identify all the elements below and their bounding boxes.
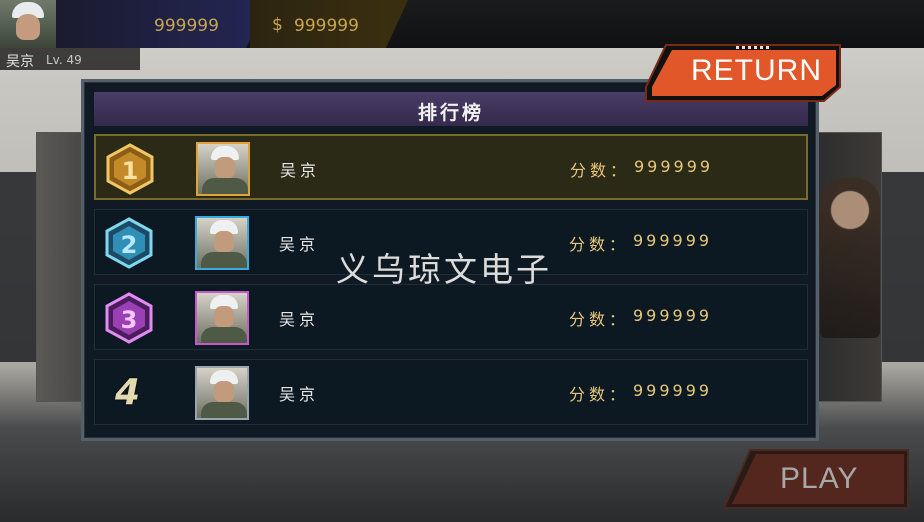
player-portrait[interactable] (195, 291, 249, 345)
rank-2-badge-icon: 2 (105, 217, 153, 269)
row-score: 999999 (634, 157, 714, 176)
score-label: 分数： (569, 310, 630, 329)
return-button-label[interactable]: RETURN (691, 54, 822, 88)
row-player-name: 吴京 (279, 385, 320, 404)
background-character-figure (820, 178, 880, 338)
watermark-text: 义乌琼文电子 (336, 250, 552, 289)
player-avatar[interactable] (0, 0, 57, 48)
player-portrait[interactable] (196, 142, 250, 196)
rank-3-label: 3 (121, 306, 138, 334)
rank-1-label: 1 (122, 157, 139, 185)
gold-value: 999999 (154, 16, 219, 36)
player-level: Lv. 49 (46, 53, 82, 67)
cash-value: 999999 (294, 16, 359, 36)
play-button-label[interactable]: PLAY (780, 462, 859, 496)
rank-2-label: 2 (121, 231, 138, 259)
row-player-name: 吴京 (279, 310, 320, 329)
score-label: 分数： (569, 385, 630, 404)
player-portrait[interactable] (195, 366, 249, 420)
row-score: 999999 (633, 306, 713, 325)
rank-1-badge-icon: 1 (106, 143, 154, 195)
leaderboard-row[interactable]: 1 吴京 分数： 999999 (94, 134, 808, 200)
score-label: 分数： (570, 161, 631, 180)
row-score: 999999 (633, 381, 713, 400)
row-player-name: 吴京 (279, 235, 320, 254)
player-portrait[interactable] (195, 216, 249, 270)
cash-icon: $ (272, 15, 283, 35)
rank-4-label: 4 (115, 372, 141, 413)
player-name: 吴京 (6, 54, 34, 70)
leaderboard-row[interactable]: 3 吴京 分数： 999999 (94, 284, 808, 350)
row-player-name: 吴京 (280, 161, 321, 180)
score-label: 分数： (569, 235, 630, 254)
leaderboard-row[interactable]: 4 吴京 分数： 999999 (94, 359, 808, 425)
row-score: 999999 (633, 231, 713, 250)
rank-3-badge-icon: 3 (105, 292, 153, 344)
